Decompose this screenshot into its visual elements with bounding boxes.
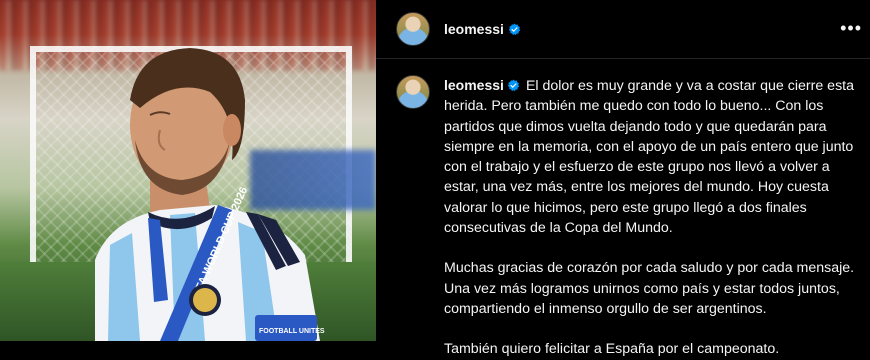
- caption-paragraph-1-text: El dolor es muy grande y va a costar que…: [444, 78, 854, 237]
- caption-avatar[interactable]: [396, 75, 430, 109]
- more-options-icon[interactable]: •••: [840, 19, 862, 37]
- player-figure: FIFA WORLD CUP 2026 FOOTBALL UNITES: [95, 48, 325, 341]
- caption-paragraph-2: Muchas gracias de corazón por cada salud…: [444, 260, 855, 317]
- caption-paragraph-1: leomessi El dolor es muy grande y va a co…: [444, 75, 856, 238]
- avatar[interactable]: [396, 12, 430, 46]
- caption: leomessi El dolor es muy grande y va a co…: [396, 75, 856, 360]
- armband-text: FOOTBALL UNITES: [259, 328, 325, 335]
- caption-paragraph-3: También quiero felicitar a España por el…: [444, 341, 780, 358]
- post-photo[interactable]: FIFA WORLD CUP 2026 FOOTBALL UNITES: [0, 0, 376, 341]
- caption-text: leomessi El dolor es muy grande y va a co…: [444, 75, 856, 360]
- verified-badge-icon: [508, 23, 521, 35]
- username-link[interactable]: leomessi: [444, 21, 504, 37]
- caption-verified-badge-icon: [507, 79, 520, 92]
- caption-username-link[interactable]: leomessi: [444, 77, 504, 93]
- post-header: leomessi •••: [376, 0, 870, 59]
- instagram-post: FIFA WORLD CUP 2026 FOOTBALL UNITES leom…: [0, 0, 870, 357]
- post-details-panel: leomessi ••• leomessi El dolor es muy gra…: [376, 0, 870, 357]
